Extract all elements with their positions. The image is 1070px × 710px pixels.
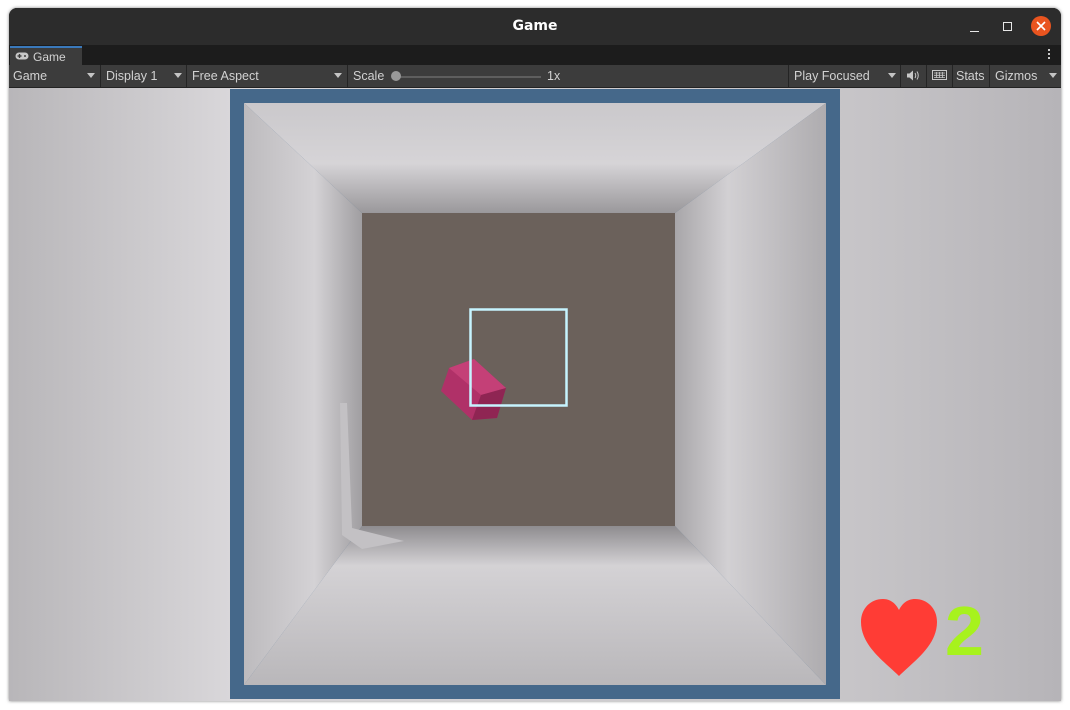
divider — [100, 65, 101, 87]
back-wall — [362, 213, 675, 526]
play-mode-dropdown[interactable]: Play Focused — [790, 65, 900, 87]
play-mode-label: Play Focused — [794, 69, 870, 83]
gizmos-label: Gizmos — [995, 69, 1038, 83]
scale-value: 1x — [547, 69, 561, 83]
divider — [952, 65, 953, 87]
lives-count: 2 — [945, 592, 984, 670]
gamepad-icon — [15, 52, 29, 60]
audio-mute-icon[interactable] — [906, 69, 920, 82]
stats-button[interactable]: Stats — [956, 69, 985, 83]
chevron-down-icon — [334, 73, 342, 78]
heart-icon — [861, 599, 937, 676]
scale-slider-track[interactable] — [397, 76, 541, 78]
minimize-button[interactable] — [964, 16, 986, 38]
maximize-button[interactable] — [997, 16, 1019, 38]
close-button[interactable] — [1031, 16, 1051, 36]
aspect-label: Free Aspect — [192, 69, 259, 83]
aspect-dropdown[interactable]: Free Aspect — [188, 65, 346, 87]
scale-slider-handle[interactable] — [391, 71, 401, 81]
divider — [926, 65, 927, 87]
divider — [900, 65, 901, 87]
game-scene — [244, 103, 826, 685]
chevron-down-icon — [1049, 73, 1057, 78]
keyboard-icon[interactable] — [932, 69, 947, 81]
window-title: Game — [512, 18, 558, 34]
chevron-down-icon — [174, 73, 182, 78]
divider — [186, 65, 187, 87]
chevron-down-icon — [87, 73, 95, 78]
more-options-icon[interactable] — [1048, 49, 1051, 61]
tab-label: Game — [33, 50, 66, 64]
chevron-down-icon — [888, 73, 896, 78]
display-label: Display 1 — [106, 69, 158, 83]
scale-label: Scale — [353, 69, 385, 83]
close-icon — [1036, 21, 1046, 31]
game-window: Game Game Game Display 1 Free Aspect Sca… — [9, 8, 1061, 701]
title-bar: Game — [9, 8, 1061, 45]
tab-game[interactable]: Game — [10, 46, 82, 65]
view-mode-dropdown[interactable]: Game — [9, 65, 99, 87]
divider — [347, 65, 348, 87]
game-view-toolbar: Game Display 1 Free Aspect Scale 1x Play… — [9, 65, 1061, 88]
game-viewport[interactable]: 2 — [9, 88, 1061, 701]
view-mode-label: Game — [13, 69, 48, 83]
divider — [989, 65, 990, 87]
gizmos-dropdown[interactable]: Gizmos — [991, 65, 1061, 87]
tab-bar: Game — [9, 45, 1061, 65]
divider — [788, 65, 789, 87]
display-dropdown[interactable]: Display 1 — [102, 65, 186, 87]
